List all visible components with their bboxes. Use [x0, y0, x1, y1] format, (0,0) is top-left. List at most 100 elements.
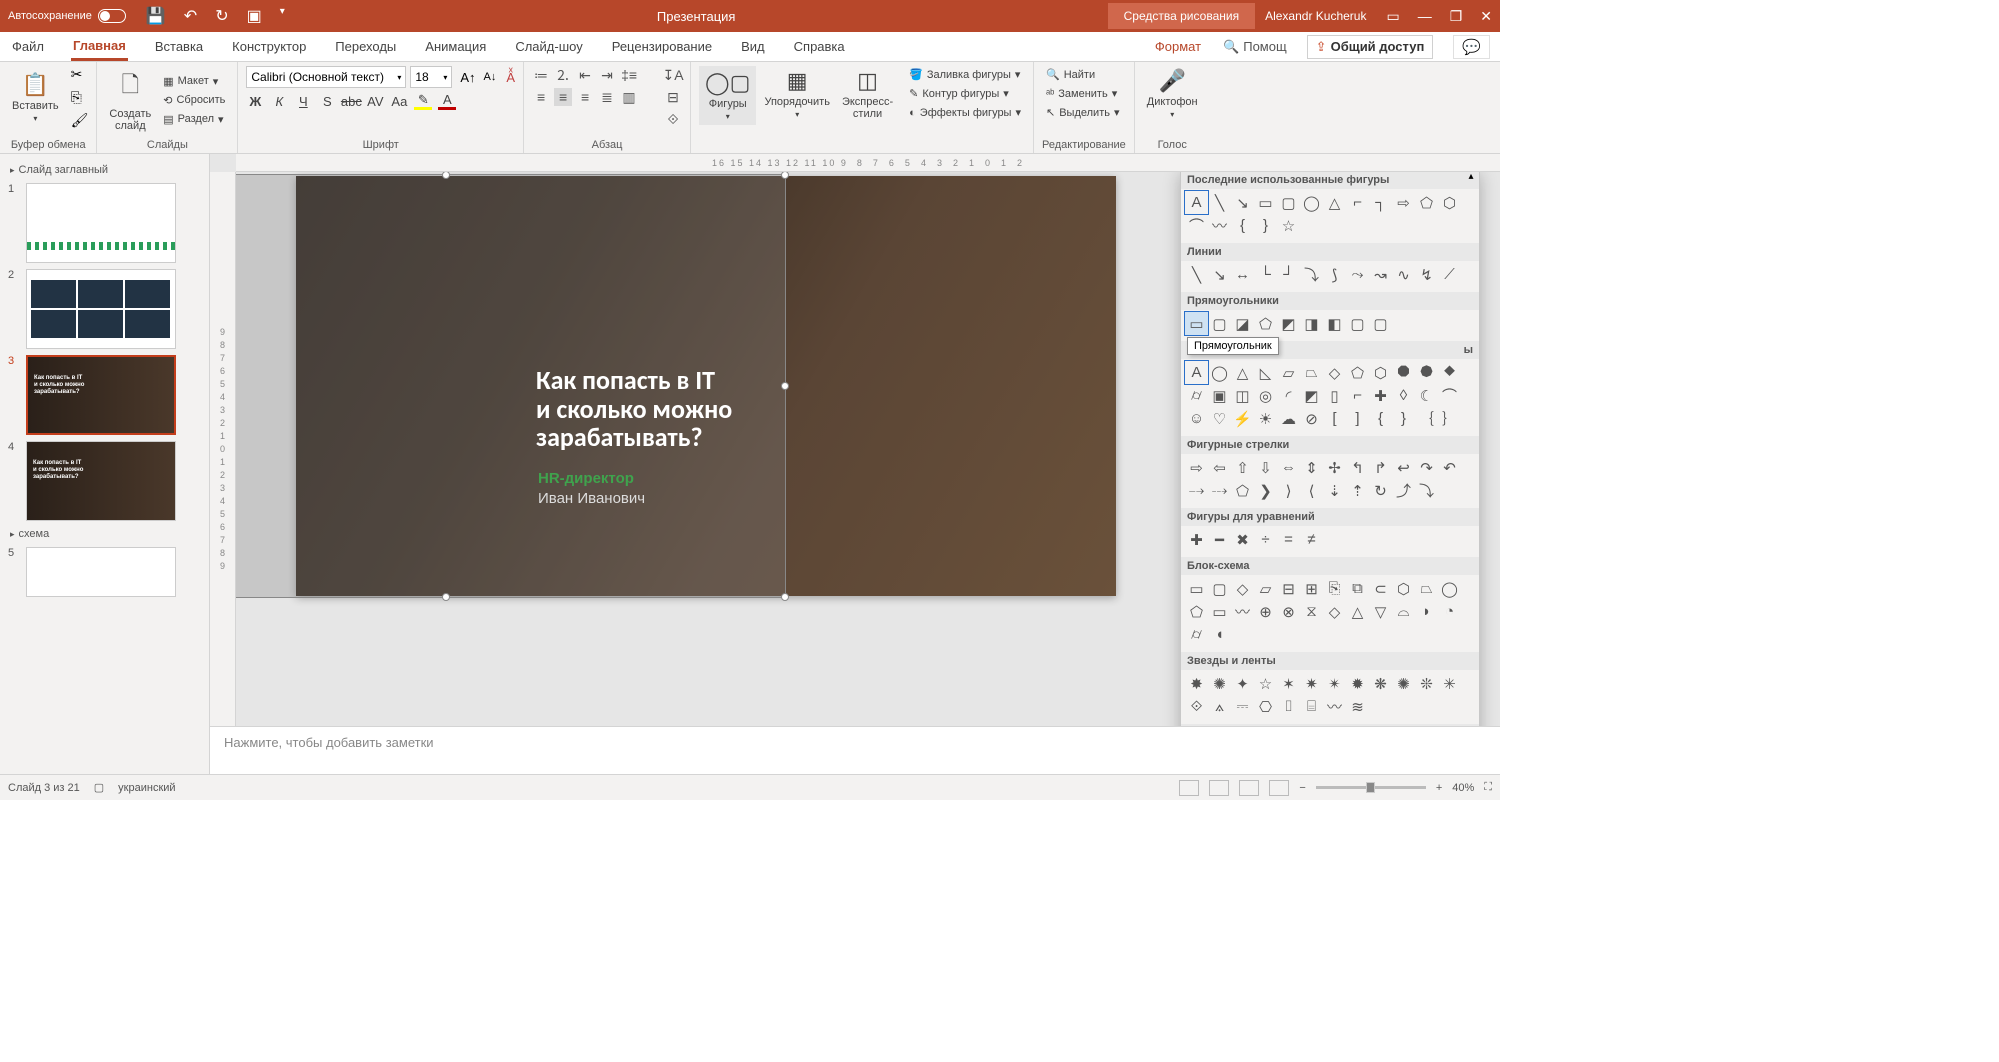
numbering-icon[interactable]: ⒉ — [554, 66, 572, 84]
arrange-button[interactable]: ▦Упорядочить▾ — [760, 66, 833, 121]
notes-pane[interactable]: Нажмите, чтобы добавить заметки — [210, 726, 1500, 774]
shape-fc-process[interactable]: ▭ — [1185, 577, 1208, 600]
shape-fc-or[interactable]: ⊗ — [1277, 600, 1300, 623]
shape-triangle[interactable]: △ — [1231, 361, 1254, 384]
shape-decagon[interactable]: ⯁ — [1438, 361, 1461, 384]
shape-triangle[interactable]: △ — [1323, 191, 1346, 214]
minimize-icon[interactable]: — — [1418, 8, 1432, 25]
fit-to-window-icon[interactable]: ⛶ — [1484, 781, 1492, 794]
shape-arrow-quad[interactable]: ✢ — [1323, 456, 1346, 479]
shape-round-same[interactable]: ▢ — [1369, 312, 1392, 335]
shape-plus[interactable]: ✚ — [1185, 528, 1208, 551]
shape-elbow-double[interactable]: ⤵ — [1300, 263, 1323, 286]
shape-star32[interactable]: ✳ — [1438, 672, 1461, 695]
shape-star10[interactable]: ✹ — [1346, 672, 1369, 695]
bold-button[interactable]: Ж — [246, 92, 264, 110]
save-icon[interactable]: 💾 — [146, 6, 166, 26]
language-indicator[interactable]: украинский — [118, 782, 175, 794]
shape-textbox[interactable]: A — [1185, 191, 1208, 214]
shape-star12[interactable]: ❋ — [1369, 672, 1392, 695]
shape-heptagon[interactable]: ⯃ — [1392, 361, 1415, 384]
shape-line[interactable]: ╲ — [1208, 191, 1231, 214]
shape-fc-sort[interactable]: ◇ — [1323, 600, 1346, 623]
thumbnail-1[interactable]: 1 — [4, 180, 205, 266]
shape-curve[interactable]: ⟆ — [1323, 263, 1346, 286]
undo-icon[interactable]: ↶ — [184, 6, 197, 26]
shape-star7[interactable]: ✷ — [1300, 672, 1323, 695]
tab-help[interactable]: Справка — [792, 34, 847, 59]
shape-fc-extract[interactable]: △ — [1346, 600, 1369, 623]
shape-frame[interactable]: ▯ — [1323, 384, 1346, 407]
tab-insert[interactable]: Вставка — [153, 34, 205, 59]
shape-can[interactable]: ⌭ — [1185, 384, 1208, 407]
thumbnail-5[interactable]: 5 — [4, 544, 205, 600]
shape-fc-internal[interactable]: ⊞ — [1300, 577, 1323, 600]
shape-arrow-callout-d[interactable]: ⇣ — [1323, 479, 1346, 502]
select-button[interactable]: ↖Выделить ▾ — [1042, 104, 1126, 121]
shape-fc-delay[interactable]: ◗ — [1415, 600, 1438, 623]
shape-trapezoid[interactable]: ⏢ — [1300, 361, 1323, 384]
shape-ribbon-curve-d[interactable]: ⎔ — [1254, 695, 1277, 718]
shape-fc-multidoc[interactable]: ⧉ — [1346, 577, 1369, 600]
slide-thumbnails-pane[interactable]: Слайд заглавный 1 2 3Как попасть в ITи с… — [0, 154, 210, 774]
shape-bracket-r[interactable]: ] — [1346, 407, 1369, 430]
shape-arrow-r[interactable]: ⇨ — [1185, 456, 1208, 479]
shape-arrow-u[interactable]: ⇧ — [1231, 456, 1254, 479]
handle-icon[interactable] — [781, 172, 789, 179]
shape-arrow-bent2[interactable]: ↱ — [1369, 456, 1392, 479]
slide-subtitle[interactable]: HR-директор — [538, 470, 634, 487]
shape-scribble[interactable]: ↯ — [1415, 263, 1438, 286]
quick-styles-button[interactable]: ◫Экспресс- стили — [838, 66, 897, 122]
shape-arrow-l[interactable]: ⇦ — [1208, 456, 1231, 479]
section-button[interactable]: ▤Раздел ▾ — [159, 111, 229, 128]
section-header-2[interactable]: схема — [4, 524, 205, 544]
line-spacing-icon[interactable]: ‡≡ — [620, 66, 638, 84]
shape-l[interactable]: ⌐ — [1346, 191, 1369, 214]
shape-line-arrow[interactable]: ↘ — [1231, 191, 1254, 214]
ribbon-options-icon[interactable]: ▭ — [1386, 8, 1399, 25]
shape-divide[interactable]: ÷ — [1254, 528, 1277, 551]
horizontal-ruler[interactable]: 16 15 14 13 12 11 10 9 8 7 6 5 4 3 2 1 0… — [236, 154, 1500, 172]
clear-format-icon[interactable]: Aͯ — [506, 70, 515, 85]
close-icon[interactable]: ✕ — [1480, 8, 1492, 25]
shape-hexagon[interactable]: ⬡ — [1369, 361, 1392, 384]
shape-pentagon[interactable]: ⬠ — [1346, 361, 1369, 384]
tab-view[interactable]: Вид — [739, 34, 767, 59]
shape-fill-button[interactable]: 🪣Заливка фигуры ▾ — [905, 66, 1025, 83]
slide-author[interactable]: Иван Иванович — [538, 490, 645, 507]
shape-line-arrow[interactable]: ↘ — [1208, 263, 1231, 286]
shape-curve-double[interactable]: ↝ — [1369, 263, 1392, 286]
shape-no[interactable]: ⊘ — [1300, 407, 1323, 430]
share-button[interactable]: ⇪Общий доступ — [1307, 35, 1434, 59]
shape-fc-predef[interactable]: ⊟ — [1277, 577, 1300, 600]
bullets-icon[interactable]: ≔ — [532, 66, 550, 84]
shape-brace-l[interactable]: { — [1231, 214, 1254, 237]
shape-fc-off[interactable]: ⬠ — [1185, 600, 1208, 623]
shape-pentagon[interactable]: ⬠ — [1415, 191, 1438, 214]
shape-folded[interactable]: ◩ — [1300, 384, 1323, 407]
scroll-up-icon[interactable]: ▴ — [1463, 172, 1479, 187]
shape-rtriangle[interactable]: ◺ — [1254, 361, 1277, 384]
shape-arrow-bent[interactable]: ↰ — [1346, 456, 1369, 479]
shape-star[interactable]: ☆ — [1277, 214, 1300, 237]
tab-home[interactable]: Главная — [71, 33, 128, 61]
shape-fc-manual[interactable]: ⏢ — [1415, 577, 1438, 600]
shape-curve-arrow[interactable]: ⤳ — [1346, 263, 1369, 286]
shape-arrow-lr[interactable]: ⇔ — [1277, 456, 1300, 479]
shapes-button[interactable]: ◯▢Фигуры▾ — [699, 66, 756, 125]
shape-oval[interactable]: ◯ — [1300, 191, 1323, 214]
shape-snip2[interactable]: ⬠ — [1254, 312, 1277, 335]
justify-icon[interactable]: ≣ — [598, 88, 616, 106]
shape-fc-merge[interactable]: ▽ — [1369, 600, 1392, 623]
shape-wave[interactable]: 〰 — [1323, 695, 1346, 718]
shape-snip1[interactable]: ◪ — [1231, 312, 1254, 335]
shape-dblwave[interactable]: ≋ — [1346, 695, 1369, 718]
shape-donut[interactable]: ◎ — [1254, 384, 1277, 407]
shape-cube[interactable]: ▣ — [1208, 384, 1231, 407]
shape-arrow-striped[interactable]: ⤍ — [1185, 479, 1208, 502]
shape-fc-display[interactable]: ◖ — [1208, 623, 1231, 646]
shape-curve[interactable]: 〰 — [1208, 214, 1231, 237]
shape-moon[interactable]: ☾ — [1415, 384, 1438, 407]
smartart-icon[interactable]: ⟐ — [664, 110, 682, 128]
shapes-gallery[interactable]: ▴ Последние использованные фигуры A ╲↘ ▭… — [1180, 172, 1480, 726]
